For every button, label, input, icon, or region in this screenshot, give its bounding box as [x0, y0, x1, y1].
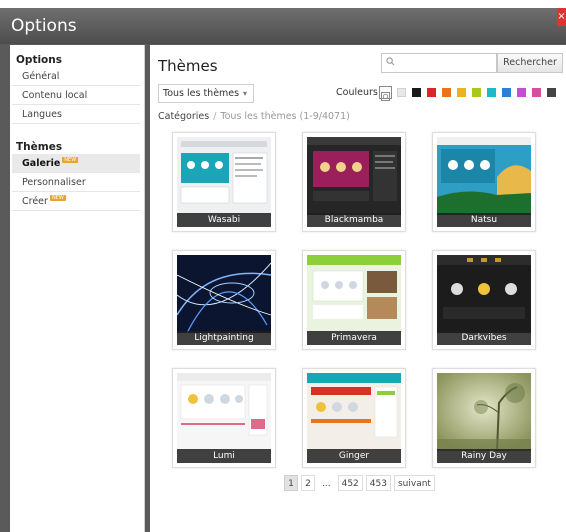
breadcrumb-current: Tous les thèmes (1-9/4071) — [220, 111, 350, 122]
theme-thumbnail — [177, 255, 271, 333]
close-icon: × — [557, 11, 566, 22]
theme-name: Wasabi — [177, 213, 271, 227]
page-link-1[interactable]: 1 — [284, 475, 298, 491]
sidebar-item-label: Créer — [22, 196, 48, 207]
theme-card-blackmamba[interactable]: Blackmamba — [302, 132, 406, 232]
color-swatch-7[interactable] — [487, 88, 496, 97]
sidebar-item-create[interactable]: Créer NEW — [12, 192, 140, 211]
color-swatch-4[interactable] — [442, 88, 451, 97]
page-title: Thèmes — [158, 57, 218, 75]
theme-name: Lumi — [177, 449, 271, 463]
sidebar-item-label: Personnaliser — [22, 177, 86, 188]
theme-thumbnail — [307, 373, 401, 451]
theme-thumbnail — [177, 373, 271, 451]
sidebar-item-languages[interactable]: Langues — [12, 105, 140, 124]
theme-card-rainy-day[interactable]: Rainy Day — [432, 368, 536, 468]
new-badge: NEW — [62, 157, 79, 163]
theme-card-darkvibes[interactable]: Darkvibes — [432, 250, 536, 350]
color-swatch-10[interactable] — [532, 88, 541, 97]
sidebar-item-local-content[interactable]: Contenu local — [12, 86, 140, 105]
search-input[interactable] — [398, 56, 494, 70]
sidebar-item-general[interactable]: Général — [12, 67, 140, 86]
color-filter-all[interactable] — [379, 86, 392, 101]
colors-label: Couleurs — [336, 87, 378, 98]
search-icon — [386, 57, 395, 66]
theme-name: Rainy Day — [437, 449, 531, 463]
theme-thumbnail — [307, 255, 401, 333]
page-link-452[interactable]: 452 — [337, 475, 363, 491]
theme-thumbnail — [437, 137, 531, 215]
chevron-down-icon: ▾ — [242, 89, 247, 98]
breadcrumb-root[interactable]: Catégories — [158, 111, 209, 122]
theme-filter-value: Tous les thèmes — [163, 88, 240, 99]
search-box[interactable] — [381, 53, 497, 73]
theme-card-primavera[interactable]: Primavera — [302, 250, 406, 350]
color-swatch-2[interactable] — [412, 88, 421, 97]
theme-name: Natsu — [437, 213, 531, 227]
theme-name: Ginger — [307, 449, 401, 463]
theme-card-lumi[interactable]: Lumi — [172, 368, 276, 468]
color-swatch-1[interactable] — [397, 88, 406, 97]
close-button[interactable]: × — [557, 8, 566, 26]
color-swatch-6[interactable] — [472, 88, 481, 97]
no-color-icon — [381, 92, 390, 101]
theme-thumbnail — [437, 255, 531, 333]
breadcrumb-separator: / — [213, 111, 217, 122]
main-panel: Thèmes Rechercher Tous les thèmes ▾ Coul… — [150, 45, 566, 532]
breadcrumb: Catégories / Tous les thèmes (1-9/4071) — [158, 111, 350, 122]
color-swatch-5[interactable] — [457, 88, 466, 97]
theme-name: Darkvibes — [437, 331, 531, 345]
theme-thumbnail — [307, 137, 401, 215]
theme-thumbnail — [437, 373, 531, 451]
next-page-link[interactable]: suivant — [393, 475, 435, 491]
page-link-2[interactable]: 2 — [301, 475, 315, 491]
theme-thumbnail — [177, 137, 271, 215]
theme-card-ginger[interactable]: Ginger — [302, 368, 406, 468]
theme-card-lightpainting[interactable]: Lightpainting — [172, 250, 276, 350]
window-titlebar: Options — [0, 8, 566, 44]
new-badge: NEW — [49, 195, 66, 201]
theme-name: Lightpainting — [177, 331, 271, 345]
color-swatch-8[interactable] — [502, 88, 511, 97]
sidebar-item-gallery[interactable]: Galerie NEW — [12, 154, 140, 173]
sidebar-section-options: Options — [16, 54, 62, 66]
pagination: 1 2 ... 452 453 suivant — [284, 475, 435, 493]
theme-filter-select[interactable]: Tous les thèmes ▾ — [158, 84, 254, 103]
theme-name: Primavera — [307, 331, 401, 345]
page-link-453[interactable]: 453 — [365, 475, 391, 491]
color-swatch-11[interactable] — [547, 88, 556, 97]
sidebar: Options Général Contenu local Langues Th… — [10, 45, 145, 532]
search-button[interactable]: Rechercher — [497, 53, 563, 73]
sidebar-item-label: Galerie — [22, 158, 61, 169]
theme-name: Blackmamba — [307, 213, 401, 227]
page-ellipsis: ... — [318, 475, 335, 491]
sidebar-section-themes: Thèmes — [16, 141, 63, 153]
color-swatch-3[interactable] — [427, 88, 436, 97]
color-swatch-9[interactable] — [517, 88, 526, 97]
sidebar-item-customize[interactable]: Personnaliser — [12, 173, 140, 192]
theme-card-natsu[interactable]: Natsu — [432, 132, 536, 232]
window-title: Options — [11, 16, 77, 36]
theme-card-wasabi[interactable]: Wasabi — [172, 132, 276, 232]
